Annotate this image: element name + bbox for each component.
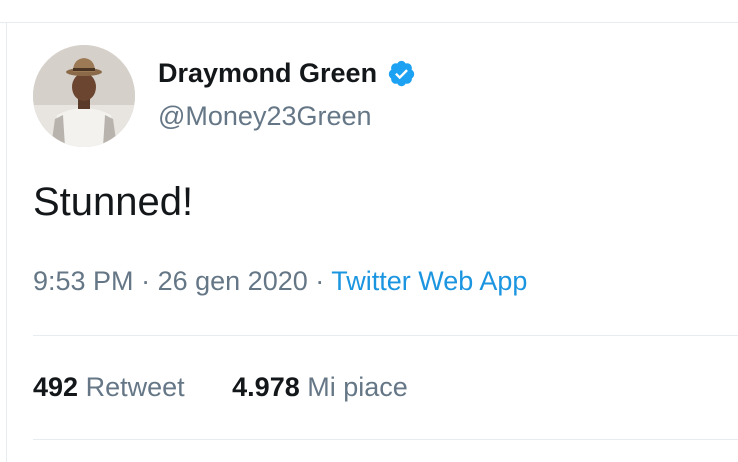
tweet-date[interactable]: 26 gen 2020	[158, 266, 308, 296]
likes-count: 4.978	[232, 372, 300, 402]
retweets-stat[interactable]: 492 Retweet	[33, 372, 185, 403]
meta-separator: ·	[315, 266, 325, 296]
author-display-name[interactable]: Draymond Green	[158, 58, 377, 89]
retweets-label: Retweet	[85, 372, 185, 402]
avatar[interactable]	[33, 45, 135, 147]
tweet-time[interactable]: 9:53 PM	[33, 266, 134, 296]
meta-separator: ·	[141, 266, 151, 296]
tweet-meta: 9:53 PM · 26 gen 2020 · Twitter Web App	[33, 266, 527, 297]
verified-badge-icon	[387, 59, 416, 88]
tweet-source-link[interactable]: Twitter Web App	[331, 266, 527, 296]
tweet-text: Stunned!	[33, 180, 194, 224]
retweets-count: 492	[33, 372, 79, 402]
top-divider	[0, 22, 738, 23]
author-handle[interactable]: @Money23Green	[158, 101, 372, 132]
profile-photo-icon	[33, 45, 135, 147]
stats-top-divider	[33, 335, 738, 336]
tweet-detail: Draymond Green @Money23Green Stunned! 9:…	[0, 0, 738, 462]
author-name[interactable]: Draymond Green	[158, 58, 416, 89]
stats-bottom-divider	[33, 439, 738, 440]
likes-label: Mi piace	[307, 372, 408, 402]
likes-stat[interactable]: 4.978 Mi piace	[232, 372, 408, 403]
tweet-stats: 492 Retweet 4.978 Mi piace	[33, 372, 408, 403]
left-divider	[6, 22, 7, 462]
